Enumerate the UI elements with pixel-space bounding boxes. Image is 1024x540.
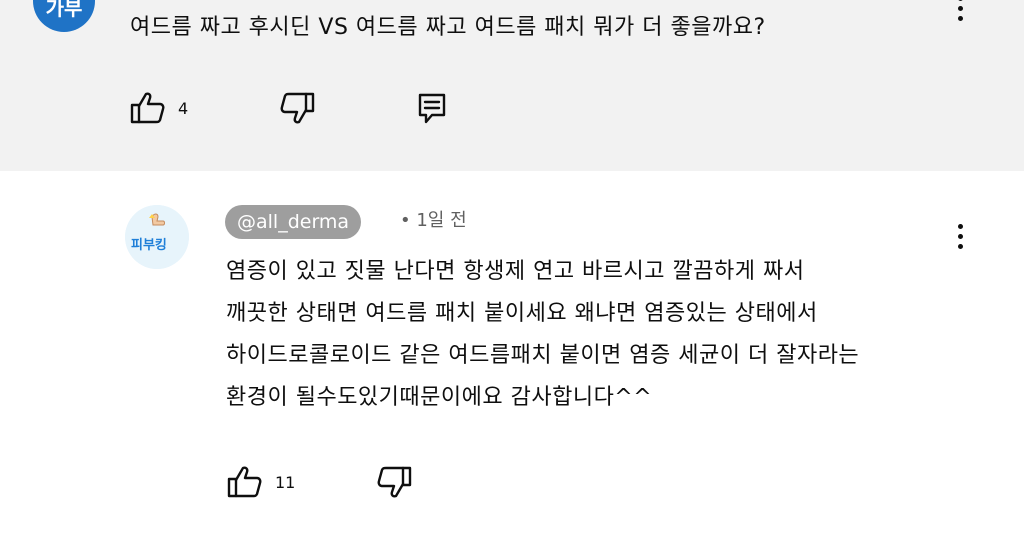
reply-line-3: 하이드로콜로이드 같은 여드름패치 붙이면 염증 세균이 더 잘자라는 — [226, 343, 860, 368]
parent-more-icon[interactable] — [945, 0, 975, 28]
reply-avatar-text: 피부킹 — [131, 238, 167, 253]
reply-line-2: 깨끗한 상태면 여드름 패치 붙이세요 왜냐면 염증있는 상태에서 — [226, 301, 818, 326]
parent-like-button[interactable]: 4 — [128, 88, 188, 128]
reply-icon — [414, 88, 450, 132]
reply-line-4: 환경이 될수도있기때문이에요 감사합니다^^ — [226, 385, 653, 410]
parent-comment-text: 여드름 짜고 후시딘 VS 여드름 짜고 여드름 패치 뭐가 더 좋을까요? — [130, 15, 766, 40]
parent-reply-button[interactable] — [414, 88, 450, 132]
dislike-icon — [374, 462, 414, 506]
reply-comment-text: 염증이 있고 짓물 난다면 항생제 연고 바르시고 깔끔하게 짜서 깨끗한 상태… — [226, 251, 859, 419]
reply-avatar[interactable]: 피부킹 — [125, 205, 189, 269]
parent-avatar-text: 가부 — [45, 0, 83, 20]
parent-avatar[interactable]: 가부 — [33, 0, 95, 32]
like-icon — [225, 462, 265, 502]
parent-comment: 가부 여드름 짜고 후시딘 VS 여드름 짜고 여드름 패치 뭐가 더 좋을까요… — [0, 0, 1024, 171]
reply-timestamp: • 1일 전 — [400, 210, 467, 231]
reply-dislike-button[interactable] — [374, 462, 414, 506]
reply-more-icon[interactable] — [945, 216, 975, 256]
parent-like-count: 4 — [178, 98, 189, 118]
like-icon — [128, 88, 168, 128]
parent-dislike-button[interactable] — [277, 88, 317, 132]
reply-author-chip[interactable]: @all_derma — [225, 205, 362, 239]
reply-like-button[interactable]: 11 — [225, 462, 295, 502]
reply-like-count: 11 — [275, 472, 296, 492]
dislike-icon — [277, 88, 317, 132]
reply-line-1: 염증이 있고 짓물 난다면 항생제 연고 바르시고 깔끔하게 짜서 — [226, 259, 805, 284]
